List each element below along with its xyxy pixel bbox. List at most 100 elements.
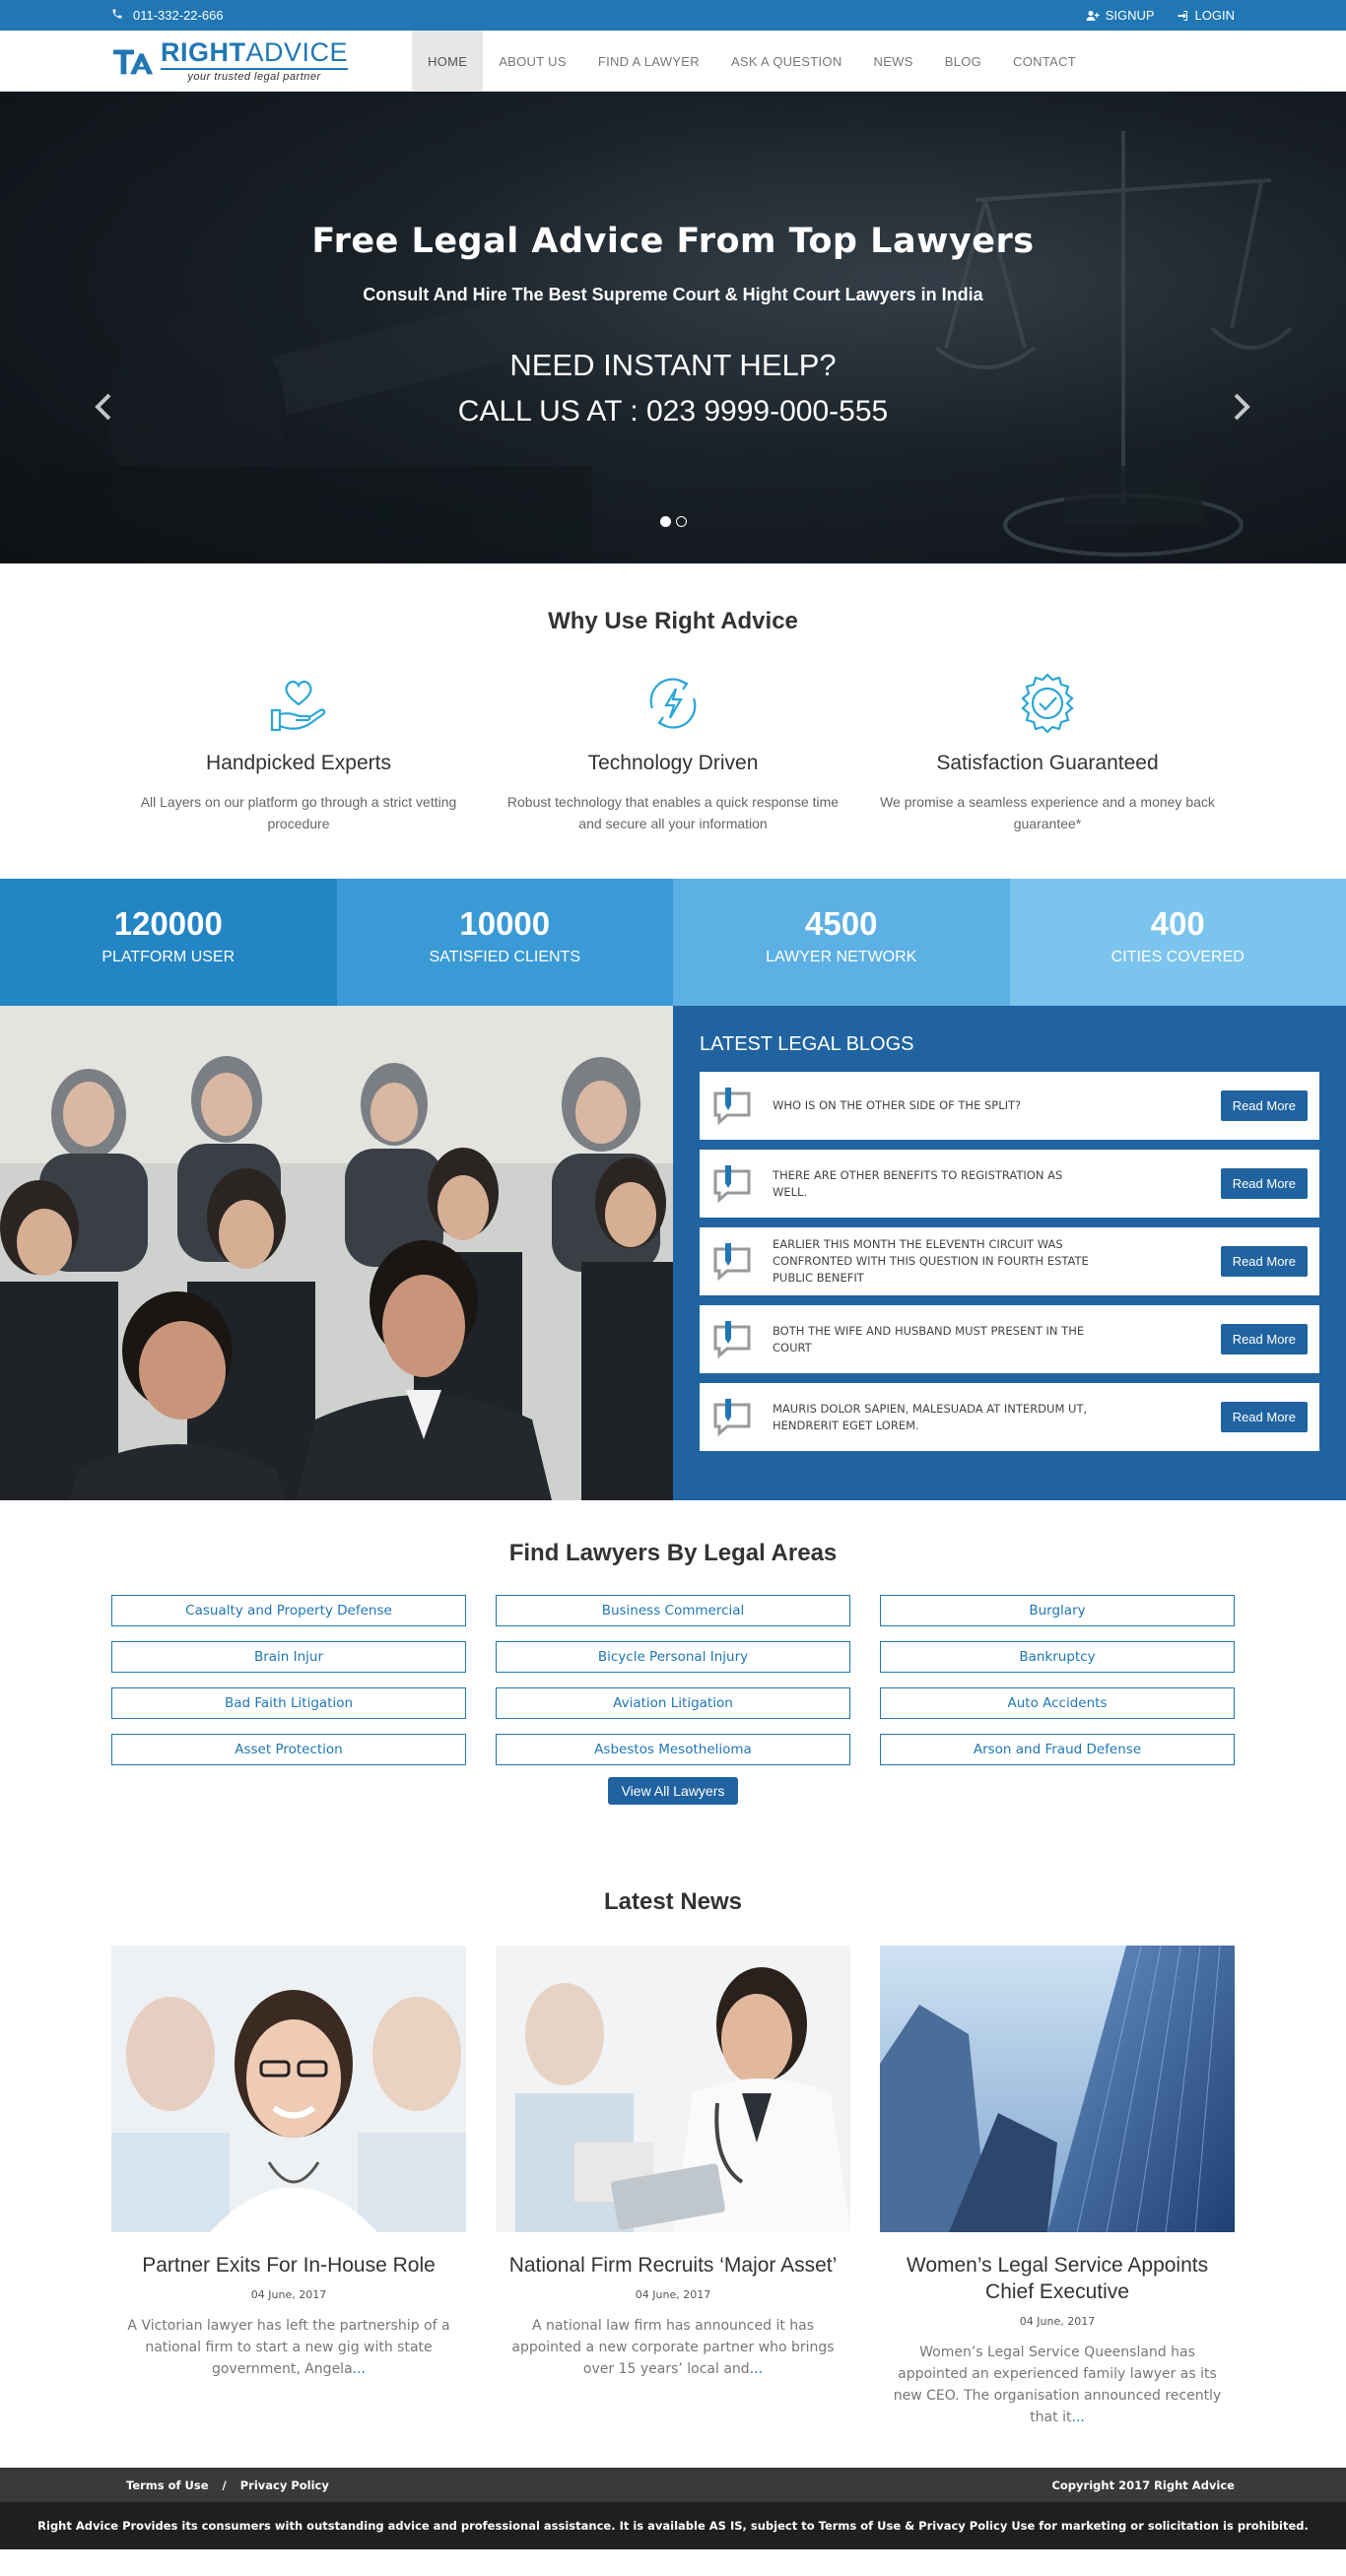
stat-number: 10000 <box>459 905 551 942</box>
terms-of-use-link[interactable]: Terms of Use <box>126 2478 209 2492</box>
feature-satisfaction-guaranteed: Satisfaction Guaranteed We promise a sea… <box>860 665 1235 834</box>
news-date: 04 June, 2017 <box>635 2288 711 2301</box>
footer-top: Terms of Use / Privacy Policy Copyright … <box>0 2468 1346 2502</box>
legal-area-link[interactable]: Brain Injur <box>111 1641 466 1673</box>
ra-logo-icon <box>112 49 154 75</box>
carousel-dot-2[interactable] <box>675 516 687 527</box>
legal-area-link[interactable]: Bankruptcy <box>880 1641 1235 1673</box>
news-image-skyscrapers[interactable] <box>880 1946 1235 2232</box>
feature-technology-driven: Technology Driven Robust technology that… <box>486 665 860 834</box>
site-logo[interactable]: RIGHTADVICE your trusted legal partner <box>111 39 400 83</box>
read-more-button[interactable]: Read More <box>1220 1402 1308 1432</box>
nav-about-us[interactable]: ABOUT US <box>483 31 582 92</box>
read-more-button[interactable]: Read More <box>1220 1324 1308 1354</box>
main-navbar: RIGHTADVICE your trusted legal partner H… <box>0 31 1346 92</box>
news-headline[interactable]: Women’s Legal Service Appoints Chief Exe… <box>880 2252 1235 2305</box>
hand-heart-icon <box>131 665 466 742</box>
news-title: Latest News <box>603 1888 743 1915</box>
legal-areas-grid: Casualty and Property Defense Business C… <box>111 1595 1235 1765</box>
news-image-medical-team[interactable] <box>496 1946 850 2232</box>
chat-pen-icon <box>713 1398 751 1436</box>
stat-label: PLATFORM USER <box>101 949 236 965</box>
privacy-policy-link[interactable]: Privacy Policy <box>240 2478 329 2492</box>
news-date: 04 June, 2017 <box>250 2288 327 2301</box>
stat-platform-users: 120000 PLATFORM USER <box>0 879 337 1006</box>
latest-news-section: Latest News Partner Exits For In-House R… <box>0 1834 1346 2468</box>
hero-call-us: CALL US AT : 023 9999-000-555 <box>457 395 889 428</box>
blogs-band: LATEST LEGAL BLOGS WHO IS ON THE OTHER S… <box>0 1006 1346 1500</box>
read-more-button[interactable]: Read More <box>1220 1168 1308 1199</box>
legal-area-link[interactable]: Bad Faith Litigation <box>111 1687 466 1719</box>
logo-tagline: your trusted legal partner <box>161 68 349 83</box>
news-excerpt: A national law firm has announced it has… <box>511 2318 835 2377</box>
login-label: LOGIN <box>1194 8 1235 23</box>
stat-cities-covered: 400 CITIES COVERED <box>1009 879 1346 1006</box>
blog-title[interactable]: MAURIS DOLOR SAPIEN, MALESUADA AT INTERD… <box>773 1401 1098 1434</box>
top-bar: 011-332-22-666 SIGNUP LOGIN <box>0 0 1346 31</box>
blog-item: BOTH THE WIFE AND HUSBAND MUST PRESENT I… <box>700 1305 1319 1373</box>
legal-area-link[interactable]: Casualty and Property Defense <box>111 1595 466 1626</box>
lightning-cycle-icon <box>505 665 841 742</box>
legal-area-link[interactable]: Burglary <box>880 1595 1235 1626</box>
footer-separator: / <box>222 2477 227 2492</box>
nav-ask-a-question[interactable]: ASK A QUESTION <box>715 31 858 92</box>
user-plus-icon <box>1086 10 1100 21</box>
carousel-next-icon[interactable] <box>1232 387 1251 431</box>
news-headline[interactable]: National Firm Recruits ‘Major Asset’ <box>496 2252 850 2279</box>
phone-number: 011-332-22-666 <box>133 8 224 23</box>
legal-area-link[interactable]: Asbestos Mesothelioma <box>496 1734 850 1765</box>
feature-title: Handpicked Experts <box>206 752 391 774</box>
check-badge-icon <box>880 665 1215 742</box>
legal-area-link[interactable]: Business Commercial <box>496 1595 850 1626</box>
blog-title[interactable]: WHO IS ON THE OTHER SIDE OF THE SPLIT? <box>773 1097 1098 1114</box>
hero-need-help: NEED INSTANT HELP? <box>509 348 837 382</box>
nav-find-a-lawyer[interactable]: FIND A LAWYER <box>582 31 715 92</box>
blog-title[interactable]: EARLIER THIS MONTH THE ELEVENTH CIRCUIT … <box>773 1236 1098 1287</box>
login-link[interactable]: LOGIN <box>1177 8 1235 23</box>
nav-blog[interactable]: BLOG <box>929 31 997 92</box>
read-more-button[interactable]: Read More <box>1220 1246 1308 1277</box>
news-more-link[interactable]: ... <box>750 2361 763 2377</box>
business-people-photo <box>0 1006 673 1500</box>
feature-text: Robust technology that enables a quick r… <box>506 794 840 831</box>
logo-name-bold: RIGHT <box>161 37 246 67</box>
feature-text: We promise a seamless experience and a m… <box>880 794 1215 831</box>
nav-news[interactable]: NEWS <box>858 31 929 92</box>
news-date: 04 June, 2017 <box>1019 2315 1096 2328</box>
contact-phone: 011-332-22-666 <box>111 8 224 23</box>
stat-lawyer-network: 4500 LAWYER NETWORK <box>673 879 1010 1006</box>
read-more-button[interactable]: Read More <box>1220 1090 1308 1121</box>
legal-area-link[interactable]: Auto Accidents <box>880 1687 1235 1719</box>
hero-title: Free Legal Advice From Top Lawyers <box>311 222 1035 261</box>
nav-contact[interactable]: CONTACT <box>997 31 1092 92</box>
why-title: Why Use Right Advice <box>548 608 798 634</box>
legal-area-link[interactable]: Arson and Fraud Defense <box>880 1734 1235 1765</box>
view-all-lawyers-button[interactable]: View All Lawyers <box>607 1777 739 1805</box>
stats-band: 120000 PLATFORM USER 10000 SATISFIED CLI… <box>0 879 1346 1006</box>
news-headline[interactable]: Partner Exits For In-House Role <box>111 2252 466 2279</box>
blogs-title: LATEST LEGAL BLOGS <box>700 1033 914 1055</box>
nav-menu: HOME ABOUT US FIND A LAWYER ASK A QUESTI… <box>412 31 1092 92</box>
news-more-link[interactable]: ... <box>353 2361 366 2377</box>
blog-item: MAURIS DOLOR SAPIEN, MALESUADA AT INTERD… <box>700 1383 1319 1451</box>
carousel-indicators <box>0 516 1346 527</box>
copyright-text: Copyright 2017 Right Advice <box>1051 2477 1235 2492</box>
signup-link[interactable]: SIGNUP <box>1086 8 1155 23</box>
stat-number: 400 <box>1150 905 1205 942</box>
legal-areas-section: Find Lawyers By Legal Areas Casualty and… <box>0 1500 1346 1834</box>
news-image-doctors[interactable] <box>111 1946 466 2232</box>
blog-title[interactable]: THERE ARE OTHER BENEFITS TO REGISTRATION… <box>773 1167 1098 1201</box>
carousel-dot-1[interactable] <box>659 516 671 527</box>
hero-carousel: Free Legal Advice From Top Lawyers Consu… <box>0 92 1346 563</box>
stat-label: LAWYER NETWORK <box>766 949 917 965</box>
footer-disclaimer: Right Advice Provides its consumers with… <box>0 2502 1346 2549</box>
legal-area-link[interactable]: Bicycle Personal Injury <box>496 1641 850 1673</box>
legal-area-link[interactable]: Asset Protection <box>111 1734 466 1765</box>
blog-title[interactable]: BOTH THE WIFE AND HUSBAND MUST PRESENT I… <box>773 1323 1098 1356</box>
news-more-link[interactable]: ... <box>1071 2410 1084 2425</box>
legal-area-link[interactable]: Aviation Litigation <box>496 1687 850 1719</box>
carousel-prev-icon[interactable] <box>94 387 113 431</box>
feature-title: Satisfaction Guaranteed <box>936 752 1159 774</box>
news-excerpt: Women’s Legal Service Queensland has app… <box>893 2345 1222 2425</box>
nav-home[interactable]: HOME <box>412 31 484 92</box>
